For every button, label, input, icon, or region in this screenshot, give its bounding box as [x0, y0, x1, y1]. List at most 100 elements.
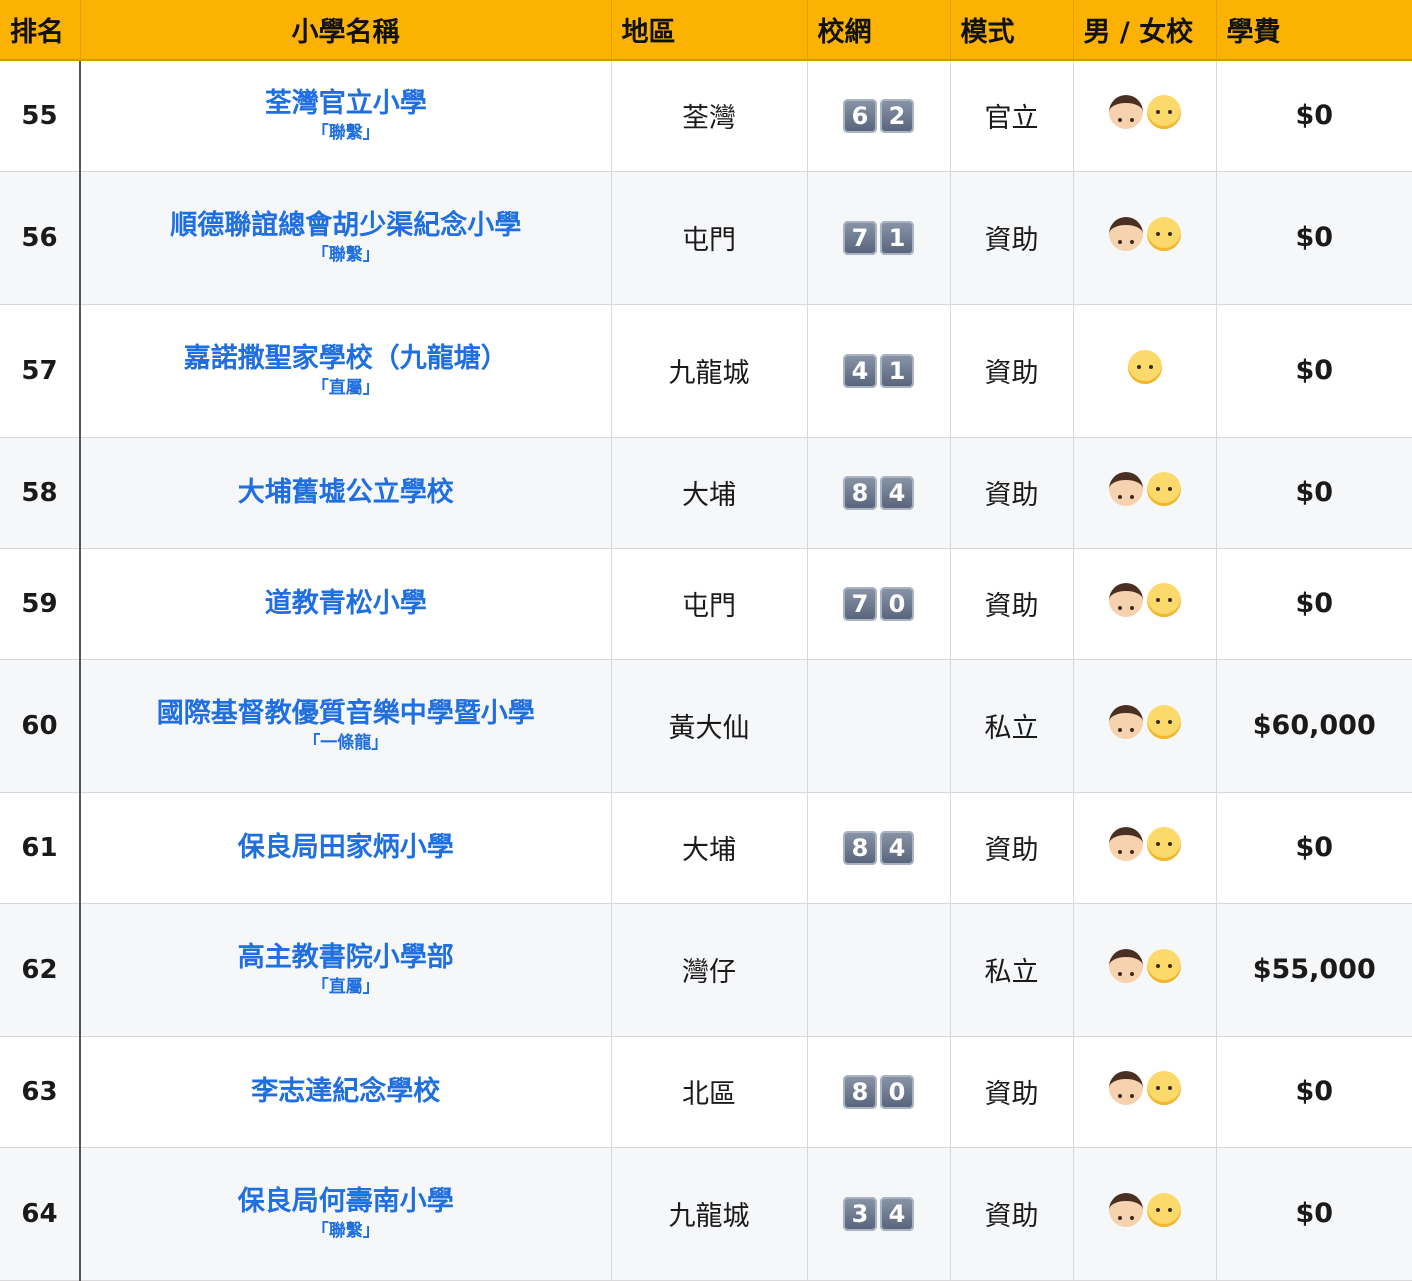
digit-keycap-icon: 4 [880, 475, 914, 510]
school-tag: 「直屬」 [311, 976, 380, 997]
fee-cell: $0 [1216, 60, 1412, 172]
digit-keycap-icon: 8 [843, 1074, 877, 1109]
digit-keycap-icon: 7 [843, 220, 877, 255]
table-row[interactable]: 64 保良局何壽南小學 「聯繫」 九龍城 3 4 資助 $0 [0, 1147, 1412, 1281]
mode-cell: 私立 [950, 659, 1074, 793]
school-name-cell: 順德聯誼總會胡少渠紀念小學 「聯繫」 [80, 171, 612, 305]
gender-cell [1073, 903, 1217, 1037]
school-name-link[interactable]: 大埔舊墟公立學校 [81, 477, 611, 509]
gender-icons [1127, 350, 1162, 384]
school-net-cell: 80 [807, 1036, 951, 1148]
table-row[interactable]: 56 順德聯誼總會胡少渠紀念小學 「聯繫」 屯門 7 1 資助 $0 [0, 171, 1412, 305]
fee-cell: $0 [1216, 304, 1412, 438]
digit-keycap-icon: 3 [843, 1196, 877, 1231]
school-name-cell: 道教青松小學 [80, 548, 612, 660]
rank-cell: 60 [0, 659, 81, 793]
school-net-cell [807, 903, 951, 1037]
school-net-keys: 34 [843, 1196, 914, 1231]
header-district[interactable]: 地區 [611, 0, 808, 61]
girl-icon [1146, 95, 1181, 130]
fee-cell: $55,000 [1216, 903, 1412, 1037]
school-name-cell: 李志達紀念學校 [80, 1036, 612, 1148]
digit-keycap-icon: 8 [843, 475, 877, 510]
table-row[interactable]: 58 大埔舊墟公立學校 大埔 8 4 資助 $0 [0, 437, 1412, 549]
table-row[interactable]: 59 道教青松小學 屯門 7 0 資助 $0 [0, 548, 1412, 660]
mode-cell: 資助 [950, 792, 1074, 904]
boy-icon [1108, 1071, 1143, 1105]
school-net-cell [807, 659, 951, 793]
district-cell: 大埔 [611, 792, 808, 904]
school-net-cell: 41 [807, 304, 951, 438]
girl-icon [1127, 350, 1162, 384]
digit-keycap-icon: 8 [843, 830, 877, 865]
school-tag: 「聯繫」 [311, 1220, 380, 1241]
gender-icons [1108, 95, 1181, 130]
gender-icons [1108, 217, 1181, 251]
fee-cell: $0 [1216, 792, 1412, 904]
mode-cell: 資助 [950, 1147, 1074, 1281]
rank-cell: 61 [0, 792, 81, 904]
table-row[interactable]: 63 李志達紀念學校 北區 8 0 資助 $0 [0, 1036, 1412, 1148]
school-net-keys: 80 [843, 1074, 914, 1109]
rank-cell: 59 [0, 548, 81, 660]
fee-cell: $0 [1216, 1036, 1412, 1148]
gender-cell [1073, 171, 1217, 305]
digit-keycap-icon: 1 [880, 353, 914, 388]
girl-icon [1146, 1071, 1181, 1105]
boy-icon [1108, 949, 1143, 983]
district-cell: 黃大仙 [611, 659, 808, 793]
gender-icons [1108, 1071, 1181, 1105]
school-name-link[interactable]: 保良局何壽南小學 [81, 1186, 611, 1218]
rank-cell: 58 [0, 437, 81, 549]
district-cell: 九龍城 [611, 304, 808, 438]
digit-keycap-icon: 7 [843, 586, 877, 621]
table-row[interactable]: 61 保良局田家炳小學 大埔 8 4 資助 $0 [0, 792, 1412, 904]
mode-cell: 資助 [950, 304, 1074, 438]
header-gender[interactable]: 男 / 女校 [1073, 0, 1217, 61]
mode-cell: 資助 [950, 171, 1074, 305]
mode-cell: 私立 [950, 903, 1074, 1037]
rank-cell: 62 [0, 903, 81, 1037]
school-name-cell: 大埔舊墟公立學校 [80, 437, 612, 549]
table-row[interactable]: 55 荃灣官立小學 「聯繫」 荃灣 6 2 官立 $0 [0, 60, 1412, 172]
school-name-link[interactable]: 高主教書院小學部 [81, 942, 611, 974]
boy-icon [1108, 95, 1143, 130]
school-name-link[interactable]: 李志達紀念學校 [81, 1076, 611, 1108]
digit-keycap-icon: 4 [880, 1196, 914, 1231]
table-row[interactable]: 60 國際基督教優質音樂中學暨小學 「一條龍」 黃大仙 私立 $60,000 [0, 659, 1412, 793]
gender-icons [1108, 949, 1181, 983]
gender-cell [1073, 437, 1217, 549]
gender-icons [1108, 705, 1181, 739]
gender-cell [1073, 60, 1217, 172]
table-row[interactable]: 62 高主教書院小學部 「直屬」 灣仔 私立 $55,000 [0, 903, 1412, 1037]
school-name-cell: 保良局田家炳小學 [80, 792, 612, 904]
header-school-net[interactable]: 校網 [807, 0, 951, 61]
school-net-keys: 70 [843, 586, 914, 621]
gender-cell [1073, 659, 1217, 793]
header-rank[interactable]: 排名 [0, 0, 81, 61]
district-cell: 荃灣 [611, 60, 808, 172]
school-name-link[interactable]: 嘉諾撒聖家學校（九龍塘） [81, 343, 611, 375]
table-row[interactable]: 57 嘉諾撒聖家學校（九龍塘） 「直屬」 九龍城 4 1 資助 $0 [0, 304, 1412, 438]
digit-keycap-icon: 6 [843, 98, 877, 133]
header-fee[interactable]: 學費 [1216, 0, 1412, 61]
rank-cell: 64 [0, 1147, 81, 1281]
girl-icon [1146, 949, 1181, 983]
school-net-cell: 71 [807, 171, 951, 305]
header-mode[interactable]: 模式 [950, 0, 1074, 61]
gender-cell [1073, 304, 1217, 438]
fee-cell: $60,000 [1216, 659, 1412, 793]
school-name-link[interactable]: 荃灣官立小學 [81, 88, 611, 120]
gender-cell [1073, 1036, 1217, 1148]
school-name-link[interactable]: 保良局田家炳小學 [81, 832, 611, 864]
school-name-link[interactable]: 順德聯誼總會胡少渠紀念小學 [81, 210, 611, 242]
district-cell: 九龍城 [611, 1147, 808, 1281]
school-net-keys: 71 [843, 220, 914, 255]
school-name-link[interactable]: 國際基督教優質音樂中學暨小學 [81, 698, 611, 730]
girl-icon [1146, 1193, 1181, 1227]
gender-icons [1108, 472, 1181, 506]
table-header: 排名 小學名稱 地區 校網 模式 男 / 女校 學費 [0, 0, 1412, 61]
school-name-link[interactable]: 道教青松小學 [81, 588, 611, 620]
header-school-name[interactable]: 小學名稱 [80, 0, 612, 61]
digit-keycap-icon: 0 [880, 586, 914, 621]
